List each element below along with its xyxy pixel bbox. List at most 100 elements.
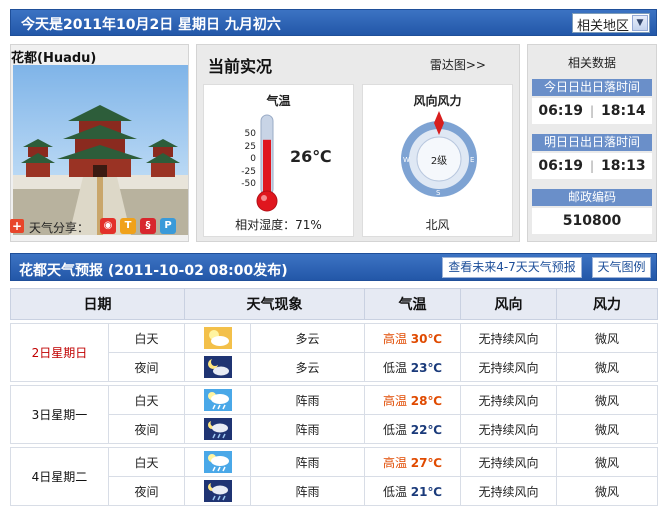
temp-label: 高温 [382, 331, 407, 346]
table-row: 夜间 阵雨 低温 22℃ 无持续风向 微风 [11, 414, 658, 444]
wind-title: 风向风力 [413, 94, 462, 108]
related-data-panel: 相关数据 今日日出日落时间 06:19 | 18:14 明日日出日落时间 06:19… [527, 44, 657, 242]
partly-cloudy-sun-icon [203, 327, 232, 349]
weather: 阵雨 [250, 385, 365, 415]
current-conditions-panel: 当前实况 雷达图>> 气温 50 25 0 -25 -50 26℃ 相对湿度：7… [196, 44, 520, 242]
tencent-weibo-icon[interactable]: T [120, 218, 136, 234]
weather: 阵雨 [250, 447, 365, 477]
compass-icon: 2级 W E S [401, 111, 477, 197]
wind-force: 微风 [556, 476, 658, 506]
period: 白天 [108, 385, 185, 415]
wind-direction: 无持续风向 [460, 447, 557, 477]
today-date-text: 今天是2011年10月2日 星期日 九月初六 [21, 17, 281, 33]
today-sunset: 18:14 [601, 103, 646, 119]
table-row: 3日星期一 白天 阵雨 高温 28℃ 无持续风向 微风 [10, 385, 658, 444]
wind-direction: 无持续风向 [460, 352, 557, 382]
thermometer-fill [263, 139, 271, 199]
temp-cell: 低温 22℃ [364, 414, 461, 444]
weather: 多云 [250, 352, 365, 382]
compass-e: E [470, 156, 474, 164]
header-phenomenon: 天气现象 [184, 288, 365, 320]
temp-cell: 低温 21℃ [364, 476, 461, 506]
temperature-title: 气温 [266, 94, 291, 108]
weather-icon-cell [184, 476, 251, 506]
view-4-7-day-button[interactable]: 查看未来4-7天天气预报 [442, 257, 582, 278]
temp-label: 低温 [382, 422, 407, 437]
douban-icon[interactable]: § [140, 218, 156, 234]
temp-label: 低温 [382, 484, 407, 499]
plus-icon[interactable]: + [10, 219, 24, 233]
city-name: 花都(Huadu) [11, 51, 97, 66]
wind-box: 风向风力 2级 W E S 北风 [362, 84, 513, 237]
share-row: + 天气分享： ◉ T § P [10, 218, 190, 236]
tomorrow-sun-label: 明日日出日落时间 [532, 134, 652, 151]
table-row: 夜间 阵雨 低温 21℃ 无持续风向 微风 [11, 476, 658, 506]
wind-force: 微风 [556, 352, 658, 382]
related-region-select[interactable]: 相关地区 ▼ [572, 13, 650, 34]
temp-value: 21℃ [410, 484, 443, 499]
relative-humidity: 相对湿度：71% [235, 218, 322, 232]
period: 夜间 [108, 476, 185, 506]
tomorrow-sunset: 18:13 [601, 158, 646, 174]
temp-value: 27℃ [410, 455, 443, 470]
thermometer-icon [256, 114, 278, 212]
wind-level: 2级 [431, 155, 447, 167]
table-row: 夜间 多云 低温 23℃ 无持续风向 微风 [11, 352, 658, 382]
forecast-table: 日期 天气现象 气温 风向 风力 2日星期日 白天 多云 高温 30℃ 无持续风… [10, 288, 658, 506]
weather-icon-cell [184, 447, 251, 477]
weibo-icon[interactable]: ◉ [100, 218, 116, 234]
temp-cell: 高温 30℃ [364, 323, 461, 353]
weather: 多云 [250, 323, 365, 353]
weather: 阵雨 [250, 476, 365, 506]
postcode-value: 510800 [532, 208, 652, 234]
city-panel: 花都(Huadu) [10, 44, 189, 242]
share-label: 天气分享： [29, 221, 90, 235]
temp-label: 低温 [382, 360, 407, 375]
header-wind-direction: 风向 [460, 288, 557, 320]
temperature-box: 气温 50 25 0 -25 -50 26℃ 相对湿度：71% [203, 84, 354, 237]
shower-moon-icon [203, 418, 232, 440]
wind-force: 微风 [556, 323, 658, 353]
wind-direction: 无持续风向 [460, 414, 557, 444]
table-row: 4日星期二 白天 阵雨 高温 27℃ 无持续风向 微风 [10, 447, 658, 506]
qzone-icon[interactable]: P [160, 218, 176, 234]
header-temp: 气温 [364, 288, 461, 320]
radar-map-link[interactable]: 雷达图>> [430, 56, 486, 73]
forecast-date: 2日星期日 [10, 323, 109, 382]
temp-value: 22℃ [410, 422, 443, 437]
current-temperature: 26℃ [290, 147, 332, 166]
related-title: 相关数据 [567, 56, 616, 70]
weather-icon-cell [184, 323, 251, 353]
weather-icon-cell [184, 352, 251, 382]
temp-cell: 高温 27℃ [364, 447, 461, 477]
temp-value: 28℃ [410, 393, 443, 408]
current-title: 当前实况 [208, 57, 273, 76]
partly-cloudy-moon-icon [203, 356, 232, 378]
temp-value: 30℃ [410, 331, 443, 346]
tomorrow-sun-times: 06:19 | 18:13 [532, 153, 652, 179]
compass-s: S [436, 189, 441, 197]
city-photo [13, 65, 188, 235]
header-wind-force: 风力 [556, 288, 658, 320]
chevron-down-icon[interactable]: ▼ [632, 15, 648, 31]
today-sun-times: 06:19 | 18:14 [532, 98, 652, 124]
region-select-label: 相关地区 [577, 19, 630, 34]
wind-direction: 无持续风向 [460, 476, 557, 506]
wind-direction: 无持续风向 [460, 323, 557, 353]
weather-icon-cell [184, 385, 251, 415]
today-sun-label: 今日日出日落时间 [532, 79, 652, 96]
temp-label: 高温 [382, 393, 407, 408]
period: 夜间 [108, 414, 185, 444]
today-sunrise: 06:19 [538, 103, 583, 119]
weather-legend-button[interactable]: 天气图例 [592, 257, 651, 278]
forecast-date: 4日星期二 [10, 447, 109, 506]
forecast-bar: 花都天气预报 (2011-10-02 08:00发布) 查看未来4-7天天气预报… [10, 253, 657, 281]
temp-cell: 低温 23℃ [364, 352, 461, 382]
shower-moon-icon [203, 480, 232, 502]
compass-w: W [403, 156, 410, 164]
weather: 阵雨 [250, 414, 365, 444]
period: 白天 [108, 447, 185, 477]
table-header-row: 日期 天气现象 气温 风向 风力 [10, 288, 658, 320]
shower-sun-icon [203, 389, 232, 411]
wind-direction: 北风 [425, 218, 450, 232]
